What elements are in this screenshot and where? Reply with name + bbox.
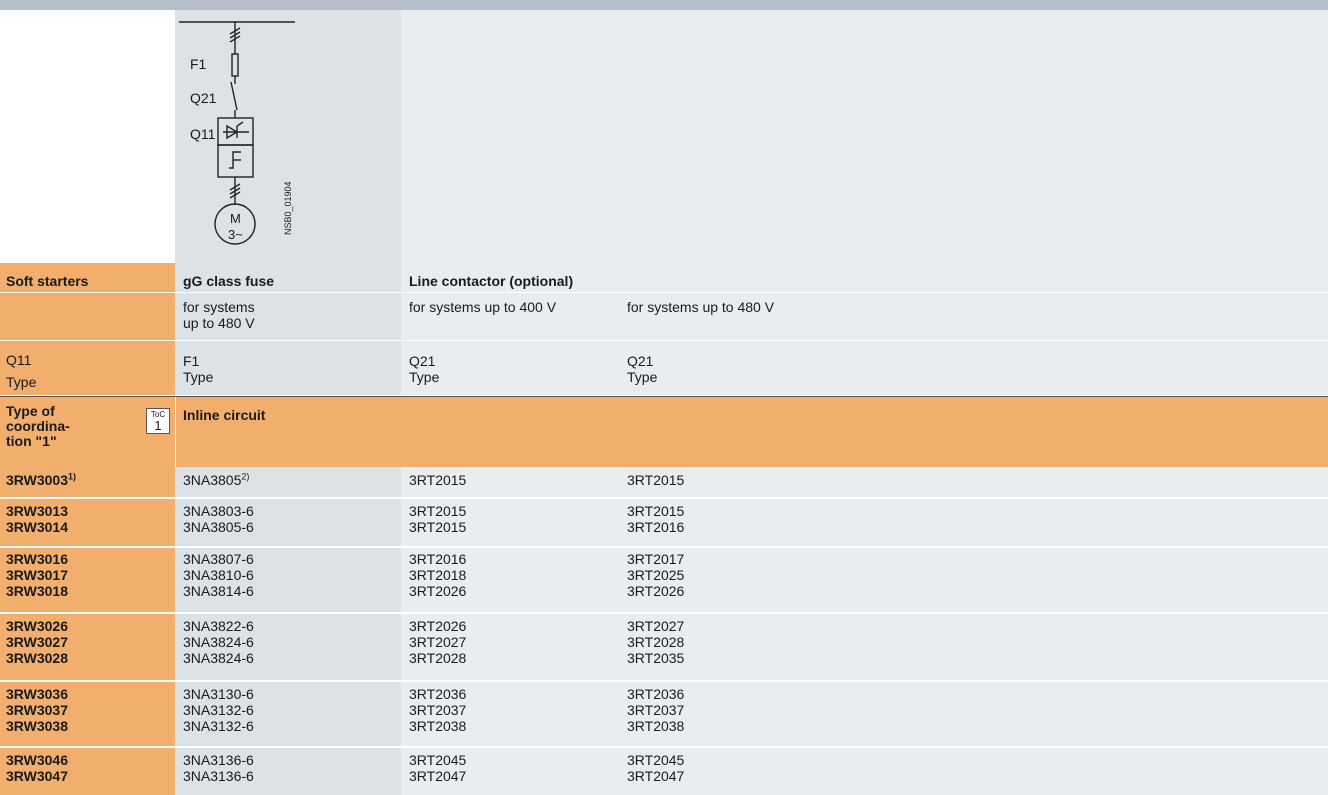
starter-cell: 3RW3026 3RW3027 3RW3028 bbox=[6, 618, 69, 666]
q11-label: Q11 bbox=[6, 352, 32, 368]
q21-480v-cell: 3RT2027 3RT2028 3RT2035 bbox=[627, 618, 685, 666]
fuse-value: 3NA3805 bbox=[183, 472, 242, 488]
label-f1-diagram: F1 bbox=[190, 56, 207, 72]
contactor-480v-subheading: for systems up to 480 V bbox=[627, 299, 775, 315]
q21-400v-cell: 3RT2015 bbox=[409, 472, 467, 488]
toc-icon-number: 1 bbox=[154, 418, 162, 433]
starter-cell: 3RW3036 3RW3037 3RW3038 bbox=[6, 686, 69, 734]
toc-1-icon: ToC 1 bbox=[146, 408, 170, 434]
type-label-starter: Type bbox=[6, 374, 37, 390]
type-label-fuse: Type bbox=[183, 369, 214, 385]
drawing-number: NSB0_01904 bbox=[283, 181, 293, 235]
fuse-heading: gG class fuse bbox=[183, 273, 275, 289]
q21-400v-cell: 3RT2015 3RT2015 bbox=[409, 503, 467, 535]
starter-cell: 3RW3016 3RW3017 3RW3018 bbox=[6, 551, 69, 599]
q21-label-400v: Q21 bbox=[409, 353, 436, 369]
soft-starters-heading: Soft starters bbox=[6, 273, 89, 289]
header-divider-2 bbox=[0, 340, 1328, 341]
group-divider-2 bbox=[0, 546, 1328, 548]
group-divider-4 bbox=[0, 680, 1328, 682]
fuse-cell: 3NA3136-6 3NA3136-6 bbox=[183, 752, 254, 784]
motor-m-label: M bbox=[230, 211, 241, 226]
q21-label-480v: Q21 bbox=[627, 353, 654, 369]
label-q21-diagram: Q21 bbox=[190, 90, 217, 106]
q21-400v-cell: 3RT2036 3RT2037 3RT2038 bbox=[409, 686, 467, 734]
starter-cell: 3RW3046 3RW3047 bbox=[6, 752, 69, 784]
contactor-400v-subheading: for systems up to 400 V bbox=[409, 299, 557, 315]
motor-phase-label: 3~ bbox=[228, 227, 243, 242]
fuse-cell: 3NA3822-6 3NA3824-6 3NA3824-6 bbox=[183, 618, 254, 666]
q21-400v-cell: 3RT2016 3RT2018 3RT2026 bbox=[409, 551, 467, 599]
group-divider-5 bbox=[0, 746, 1328, 748]
group-divider-1 bbox=[0, 497, 1328, 499]
fuse-cell: 3NA3807-6 3NA3810-6 3NA3814-6 bbox=[183, 551, 254, 599]
fuse-cell: 3NA3130-6 3NA3132-6 3NA3132-6 bbox=[183, 686, 254, 734]
starter-cell: 3RW3013 3RW3014 bbox=[6, 503, 69, 535]
q21-400v-cell: 3RT2045 3RT2047 bbox=[409, 752, 467, 784]
q21-400v-cell: 3RT2026 3RT2027 3RT2028 bbox=[409, 618, 467, 666]
q21-480v-cell: 3RT2036 3RT2037 3RT2038 bbox=[627, 686, 685, 734]
q21-480v-cell: 3RT2045 3RT2047 bbox=[627, 752, 685, 784]
starter-cell: 3RW30031) bbox=[6, 472, 76, 488]
diagram-right-panel bbox=[401, 10, 1328, 263]
fuse-cell: 3NA3803-6 3NA3805-6 bbox=[183, 503, 254, 535]
q21-480v-cell: 3RT2015 3RT2016 bbox=[627, 503, 685, 535]
f1-label: F1 bbox=[183, 353, 200, 369]
label-q11-diagram: Q11 bbox=[190, 126, 216, 142]
fuse-cell: 3NA38052) bbox=[183, 472, 249, 488]
coordination-type-label: Type of coordina- tion "1" bbox=[6, 403, 70, 449]
header-divider-1 bbox=[0, 292, 1328, 293]
section-column-divider bbox=[175, 397, 176, 467]
contactor-heading: Line contactor (optional) bbox=[409, 273, 574, 289]
starter-value: 3RW3003 bbox=[6, 472, 69, 488]
inline-circuit-title: Inline circuit bbox=[183, 407, 266, 423]
q21-480v-cell: 3RT2017 3RT2025 3RT2026 bbox=[627, 551, 685, 599]
type-label-480v: Type bbox=[627, 369, 658, 385]
group-divider-3 bbox=[0, 612, 1328, 614]
fuse-footnote: 2) bbox=[241, 471, 250, 482]
q21-480v-cell: 3RT2015 bbox=[627, 472, 685, 488]
fuse-subheading: for systems up to 480 V bbox=[183, 299, 255, 331]
type-label-400v: Type bbox=[409, 369, 440, 385]
starter-footnote: 1) bbox=[68, 471, 77, 482]
top-rule bbox=[0, 0, 1328, 10]
